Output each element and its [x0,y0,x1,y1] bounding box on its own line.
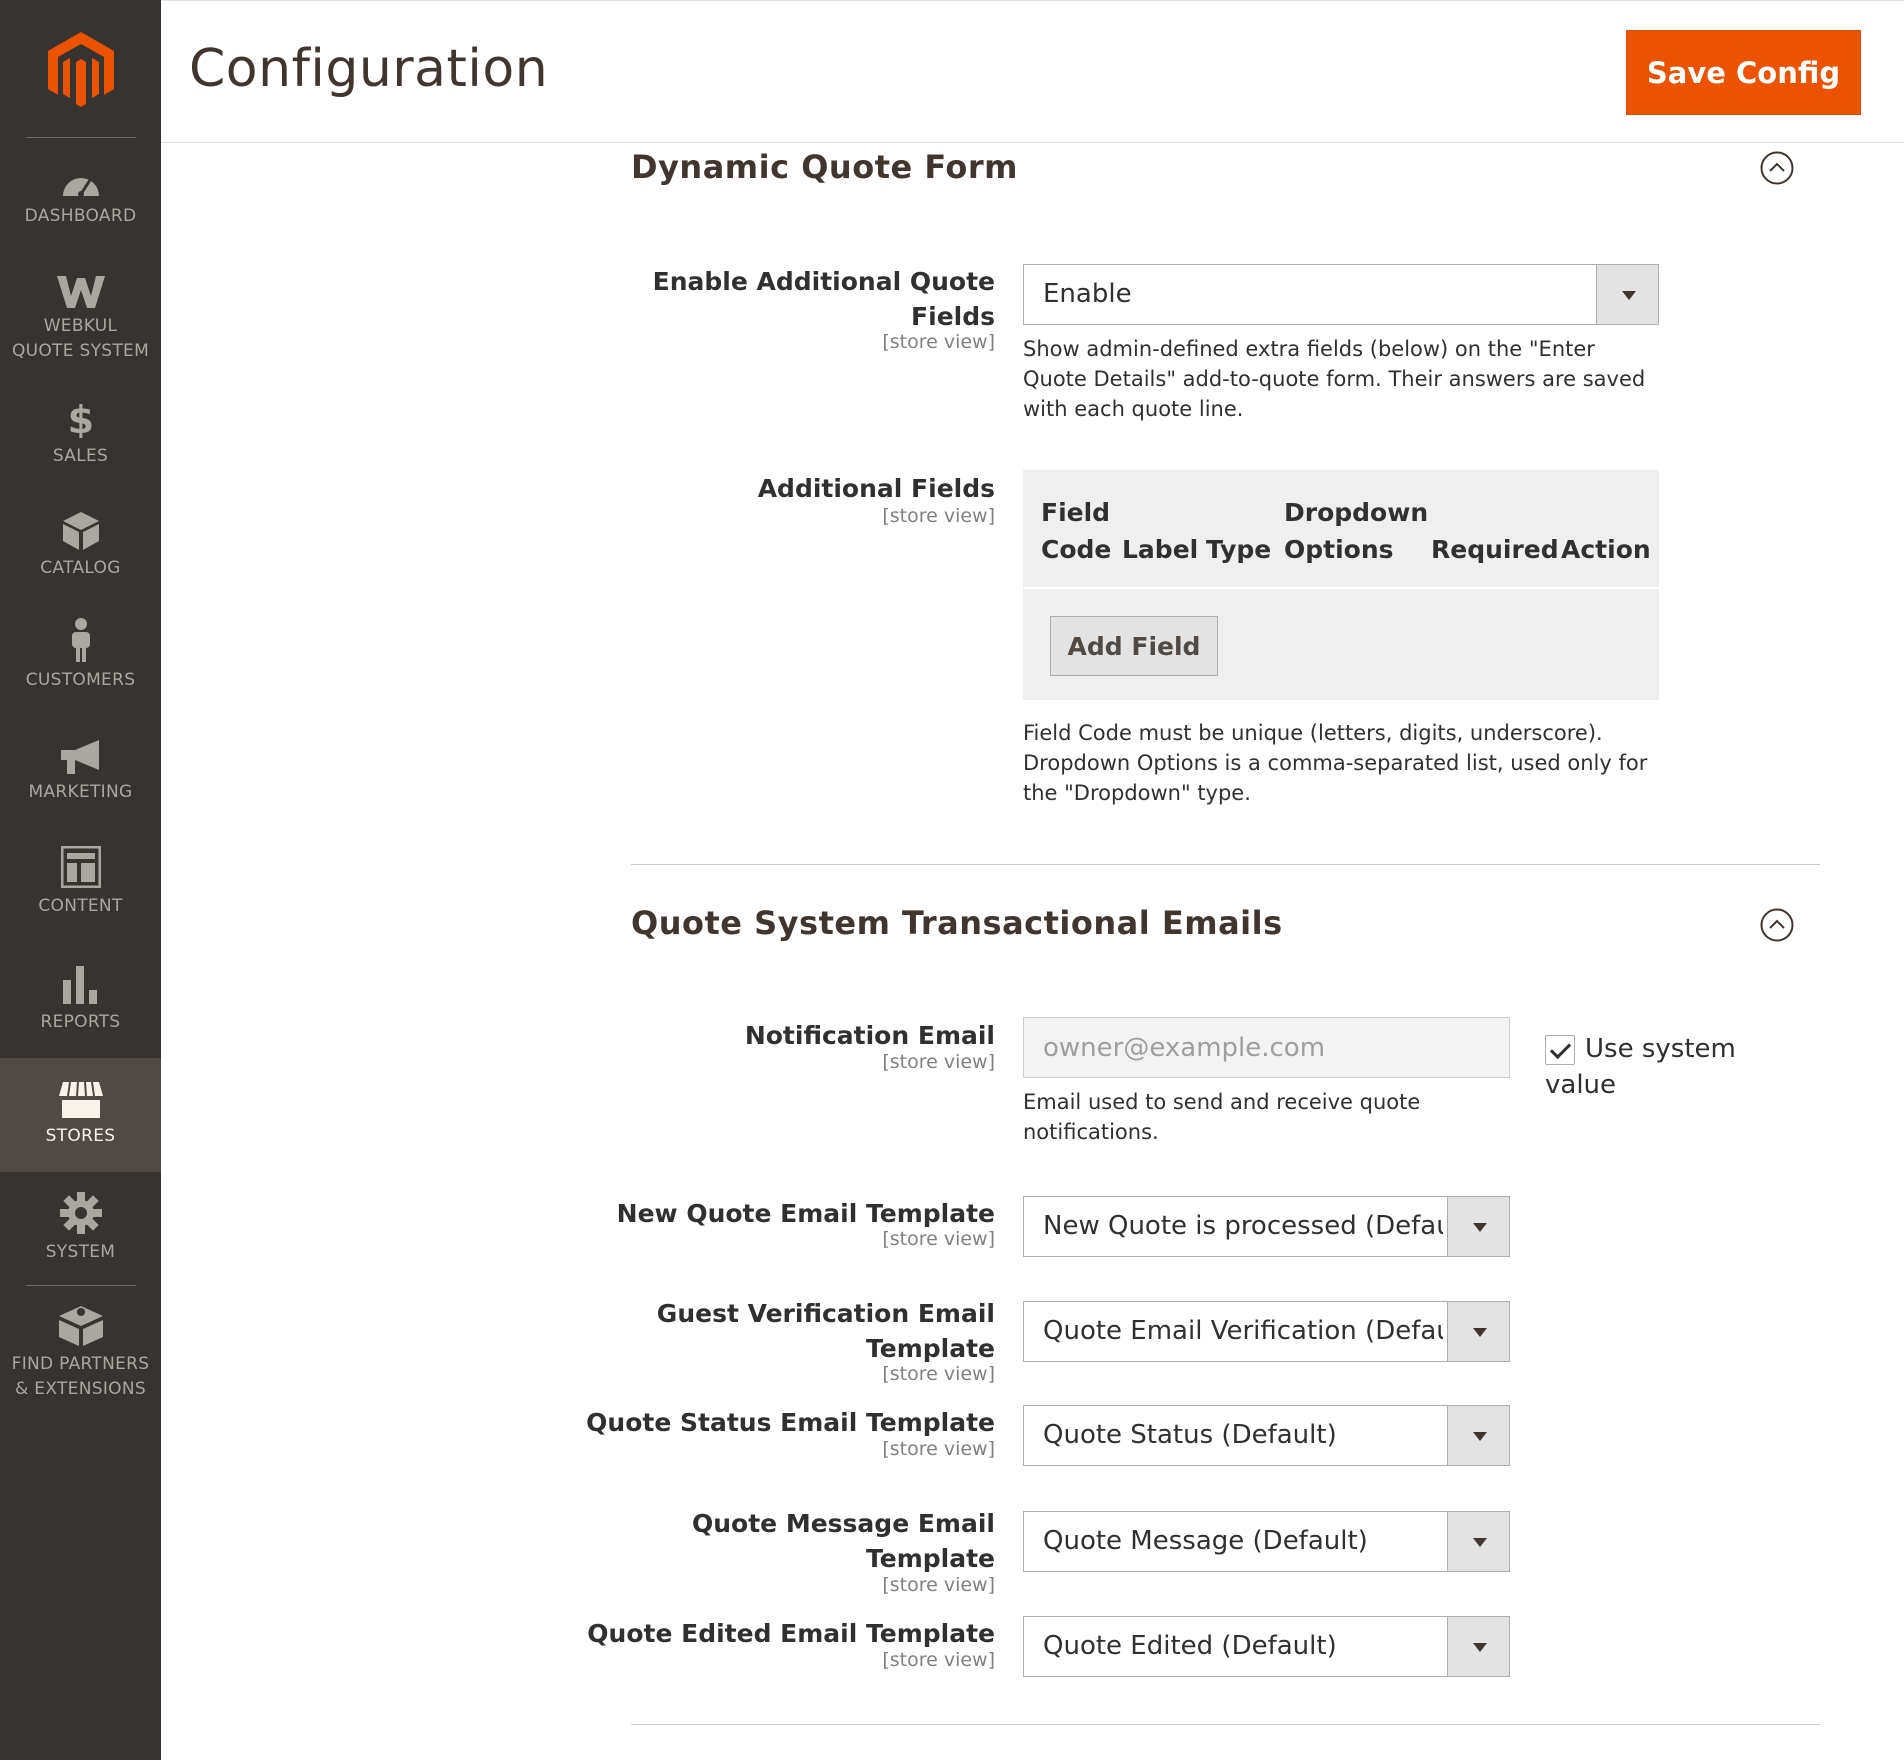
nav-marketing[interactable]: MARKETING [0,740,161,805]
nav-label: SALES [52,446,109,466]
nav-label: MARKETING [28,782,133,802]
quote-edited-template-select[interactable]: Quote Edited (Default) [1023,1616,1510,1677]
store-icon [58,1082,103,1118]
quote-message-template-select[interactable]: Quote Message (Default) [1023,1511,1510,1572]
nav-dashboard[interactable]: DASHBOARD [0,168,161,229]
additional-fields-label: Additional Fields [757,474,995,503]
nav-sales[interactable]: $ SALES [0,398,161,469]
select-value: Enable [1043,279,1132,309]
scope-label: [store view] [882,1363,995,1385]
nav-reports[interactable]: REPORTS [0,966,161,1035]
collapse-icon[interactable] [1760,908,1794,942]
guest-verification-template-label: Guest Verification Email Template [656,1299,995,1363]
scope-label: [store view] [882,1649,995,1671]
nav-label: REPORTS [40,1012,121,1032]
quote-edited-template-label: Quote Edited Email Template [587,1619,995,1648]
box-icon [62,512,99,550]
dollar-icon: $ [67,398,94,438]
collapse-icon[interactable] [1760,151,1794,185]
page-title: Configuration [189,39,549,99]
select-value: Quote Email Verification (Default) [1043,1316,1443,1346]
new-quote-template-label: New Quote Email Template [616,1199,995,1228]
scope-label: [store view] [882,1438,995,1460]
section-title-transactional-emails[interactable]: Quote System Transactional Emails [631,904,1283,942]
enable-additional-fields-note: Show admin-defined extra fields (below) … [1023,337,1646,421]
quote-message-template-label: Quote Message Email Template [692,1509,995,1573]
notification-email-label: Notification Email [744,1021,995,1050]
select-value: Quote Message (Default) [1043,1526,1368,1556]
table-header: Field Code Label Type Dropdown Options R… [1023,470,1659,589]
bar-chart-icon [62,966,97,1004]
chevron-down-icon [1447,1617,1509,1676]
admin-sidebar: DASHBOARD WEBKUL QUOTE SYSTEM $ SALES CA… [0,0,161,1760]
column-header-field-code: Field Code [1041,498,1112,564]
blocks-icon [58,1306,103,1346]
section-title-dynamic-quote-form[interactable]: Dynamic Quote Form [631,148,1018,186]
enable-additional-fields-label: Enable Additional Quote Fields [652,267,995,331]
nav-customers[interactable]: CUSTOMERS [0,618,161,693]
scope-label: [store view] [882,1051,995,1073]
svg-text:$: $ [67,398,94,438]
chevron-down-icon [1447,1512,1509,1571]
section-divider [631,1724,1820,1725]
person-icon [71,618,90,662]
add-field-button[interactable]: Add Field [1050,616,1218,676]
chevron-down-icon [1596,265,1658,324]
chevron-down-icon [1447,1302,1509,1361]
nav-find-partners[interactable]: FIND PARTNERS & EXTENSIONS [0,1306,161,1402]
nav-label: SYSTEM [45,1242,116,1262]
scope-label: [store view] [882,331,995,353]
quote-status-template-label: Quote Status Email Template [586,1408,995,1437]
save-config-button[interactable]: Save Config [1626,30,1861,115]
nav-label: DASHBOARD [24,206,137,226]
chevron-down-icon [1447,1406,1509,1465]
page-header: Configuration Save Config [161,0,1904,143]
megaphone-icon [60,740,99,774]
new-quote-template-select[interactable]: New Quote is processed (Default) [1023,1196,1510,1257]
scope-label: [store view] [882,505,995,527]
nav-system[interactable]: SYSTEM [0,1192,161,1265]
select-value: Quote Status (Default) [1043,1420,1337,1450]
nav-label: STORES [45,1126,116,1146]
nav-stores[interactable]: STORES [0,1058,161,1172]
column-header-dropdown-options: Dropdown Options [1284,498,1429,564]
logo-divider [26,137,136,138]
column-header-label: Label [1122,535,1199,564]
select-value: Quote Edited (Default) [1043,1631,1337,1661]
guest-verification-template-select[interactable]: Quote Email Verification (Default) [1023,1301,1510,1362]
column-header-action: Action [1561,535,1651,564]
enable-additional-fields-select[interactable]: Enable [1023,264,1659,325]
nav-label: FIND PARTNERS & EXTENSIONS [11,1354,150,1399]
select-value: New Quote is processed (Default) [1043,1211,1443,1241]
nav-divider [26,1285,136,1286]
nav-catalog[interactable]: CATALOG [0,512,161,581]
nav-content[interactable]: CONTENT [0,846,161,919]
nav-label: WEBKUL QUOTE SYSTEM [11,316,150,361]
notification-email-input[interactable] [1024,1018,1509,1077]
notification-email-field[interactable] [1023,1017,1510,1078]
gear-icon [59,1192,102,1234]
nav-webkul-quote-system[interactable]: WEBKUL QUOTE SYSTEM [0,276,161,364]
magento-logo[interactable] [48,32,114,108]
additional-fields-table: Field Code Label Type Dropdown Options R… [1023,470,1659,700]
use-system-value-label[interactable]: Use system value [1545,1031,1765,1103]
scope-label: [store view] [882,1228,995,1250]
nav-label: CUSTOMERS [25,670,136,690]
chevron-down-icon [1447,1197,1509,1256]
quote-status-template-select[interactable]: Quote Status (Default) [1023,1405,1510,1466]
column-header-type: Type [1206,535,1272,564]
layout-icon [60,846,101,888]
additional-fields-note: Field Code must be unique (letters, digi… [1023,721,1648,805]
notification-email-note: Email used to send and receive quote not… [1023,1090,1421,1144]
webkul-icon [56,276,105,308]
section-divider [631,864,1820,865]
column-header-required: Required [1431,535,1559,564]
nav-label: CATALOG [40,558,121,578]
nav-label: CONTENT [38,896,123,916]
scope-label: [store view] [882,1574,995,1596]
dashboard-icon [62,178,99,197]
